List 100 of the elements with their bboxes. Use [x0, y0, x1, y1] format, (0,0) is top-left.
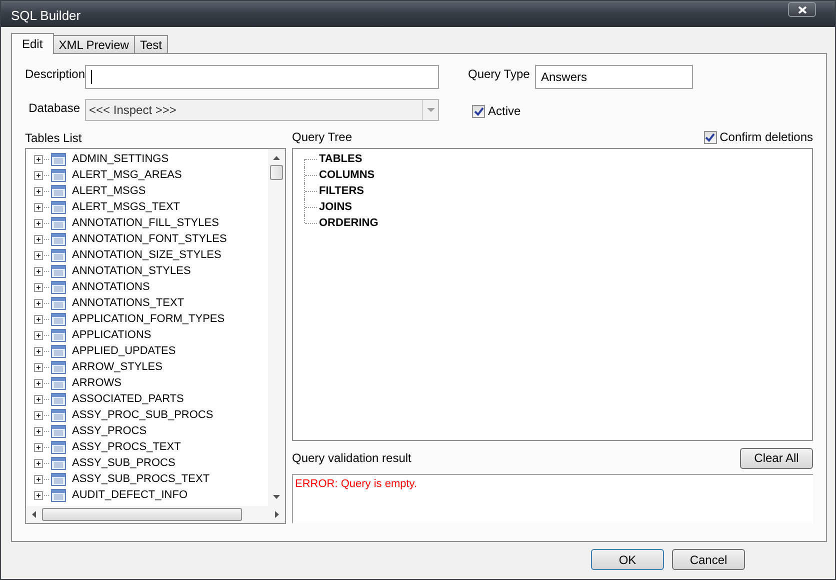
- field-label: Query Type: [468, 66, 531, 83]
- tab[interactable]: Test: [134, 35, 168, 53]
- table-icon: [51, 360, 66, 374]
- tab[interactable]: XML Preview: [52, 35, 135, 53]
- tree-item[interactable]: ASSY_PROC_SUB_PROCS: [34, 407, 268, 423]
- plus-icon[interactable]: [34, 410, 49, 420]
- table-icon: [51, 248, 66, 262]
- scroll-thumb[interactable]: [42, 508, 242, 521]
- tree-item[interactable]: ADMIN_SETTINGS: [34, 151, 268, 167]
- table-icon: [51, 168, 66, 182]
- active-checkbox[interactable]: Active: [472, 102, 521, 120]
- plus-icon[interactable]: [34, 234, 49, 244]
- table-icon: [51, 456, 66, 470]
- dialog-button[interactable]: Cancel: [672, 549, 745, 570]
- tree-item[interactable]: ANNOTATION_FILL_STYLES: [34, 215, 268, 231]
- plus-icon[interactable]: [34, 314, 49, 324]
- plus-icon[interactable]: [34, 442, 49, 452]
- vertical-scrollbar[interactable]: [268, 149, 285, 506]
- scroll-right-icon[interactable]: [275, 511, 279, 518]
- plus-icon[interactable]: [34, 154, 49, 164]
- scroll-left-icon[interactable]: [32, 511, 36, 518]
- scroll-up-icon[interactable]: [273, 156, 280, 160]
- tree-item[interactable]: ARROWS: [34, 375, 268, 391]
- tree-item[interactable]: ALERT_MSGS_TEXT: [34, 199, 268, 215]
- plus-icon[interactable]: [34, 490, 49, 500]
- plus-icon[interactable]: [34, 298, 49, 308]
- field-label: Description: [25, 66, 85, 83]
- tree-item[interactable]: APPLICATIONS: [34, 327, 268, 343]
- tree-node[interactable]: FILTERS: [303, 183, 812, 199]
- table-icon: [51, 232, 66, 246]
- tree-item[interactable]: ASSY_SUB_PROCS: [34, 455, 268, 471]
- tree-item[interactable]: ANNOTATION_STYLES: [34, 263, 268, 279]
- text-cursor: [91, 70, 92, 84]
- window-title: SQL Builder: [11, 7, 81, 25]
- check-icon: [705, 132, 716, 142]
- plus-icon[interactable]: [34, 362, 49, 372]
- section-label: Tables List: [25, 130, 83, 146]
- section-label: Query Tree: [292, 129, 352, 146]
- table-icon: [51, 280, 66, 294]
- tree-node[interactable]: COLUMNS: [303, 167, 812, 183]
- plus-icon[interactable]: [34, 474, 49, 484]
- plus-icon[interactable]: [34, 282, 49, 292]
- checkbox[interactable]: [472, 104, 485, 118]
- dialog-button[interactable]: OK: [591, 549, 664, 570]
- table-icon: [51, 264, 66, 278]
- tree-item[interactable]: ASSY_PROCS: [34, 423, 268, 439]
- tree-item[interactable]: ANNOTATIONS: [34, 279, 268, 295]
- tree-node[interactable]: ORDERING: [303, 215, 812, 231]
- table-icon: [51, 200, 66, 214]
- plus-icon[interactable]: [34, 170, 49, 180]
- scroll-thumb[interactable]: [270, 165, 283, 180]
- validation-result: ERROR: Query is empty.: [292, 474, 813, 523]
- tree-item[interactable]: ASSY_SUB_PROCS_TEXT: [34, 471, 268, 487]
- table-icon: [51, 376, 66, 390]
- plus-icon[interactable]: [34, 266, 49, 276]
- query-type-field[interactable]: Answers: [535, 65, 693, 89]
- plus-icon[interactable]: [34, 458, 49, 468]
- section-label: Query validation result: [292, 450, 412, 467]
- table-icon: [51, 216, 66, 230]
- close-button[interactable]: [788, 2, 816, 17]
- plus-icon[interactable]: [34, 394, 49, 404]
- tree-item[interactable]: ASSY_PROCS_TEXT: [34, 439, 268, 455]
- table-icon: [51, 408, 66, 422]
- table-icon: [51, 424, 66, 438]
- horizontal-scrollbar[interactable]: [26, 506, 285, 523]
- tree-item[interactable]: ANNOTATION_SIZE_STYLES: [34, 247, 268, 263]
- tree-item[interactable]: AUDIT_DEFECT_INFO: [34, 487, 268, 503]
- confirm-deletions-checkbox[interactable]: Confirm deletions: [704, 128, 813, 146]
- field-label: Database: [28, 100, 81, 117]
- table-icon: [51, 312, 66, 326]
- plus-icon[interactable]: [34, 378, 49, 388]
- clear-all-button[interactable]: Clear All: [740, 448, 813, 468]
- plus-icon[interactable]: [34, 250, 49, 260]
- plus-icon[interactable]: [34, 426, 49, 436]
- table-icon: [51, 328, 66, 342]
- table-icon: [51, 392, 66, 406]
- scroll-down-icon[interactable]: [273, 495, 280, 499]
- tab[interactable]: Edit: [11, 33, 54, 54]
- plus-icon[interactable]: [34, 346, 49, 356]
- close-icon: [798, 6, 806, 14]
- tree-item[interactable]: APPLICATION_FORM_TYPES: [34, 311, 268, 327]
- tree-item[interactable]: ASSOCIATED_PARTS: [34, 391, 268, 407]
- plus-icon[interactable]: [34, 186, 49, 196]
- tree-item[interactable]: ALERT_MSGS: [34, 183, 268, 199]
- checkbox[interactable]: [704, 130, 717, 144]
- plus-icon[interactable]: [34, 202, 49, 212]
- plus-icon[interactable]: [34, 330, 49, 340]
- tree-item[interactable]: ARROW_STYLES: [34, 359, 268, 375]
- tree-item[interactable]: ANNOTATION_FONT_STYLES: [34, 231, 268, 247]
- tree-item[interactable]: APPLIED_UPDATES: [34, 343, 268, 359]
- dropdown-arrow-icon: [426, 108, 434, 112]
- tree-node[interactable]: TABLES: [303, 151, 812, 167]
- description-field[interactable]: [85, 65, 439, 89]
- check-icon: [474, 106, 484, 116]
- plus-icon[interactable]: [34, 218, 49, 228]
- tree-item[interactable]: ANNOTATIONS_TEXT: [34, 295, 268, 311]
- table-icon: [51, 152, 66, 166]
- tree-item[interactable]: ALERT_MSG_AREAS: [34, 167, 268, 183]
- tree-node[interactable]: JOINS: [303, 199, 812, 215]
- table-icon: [51, 440, 66, 454]
